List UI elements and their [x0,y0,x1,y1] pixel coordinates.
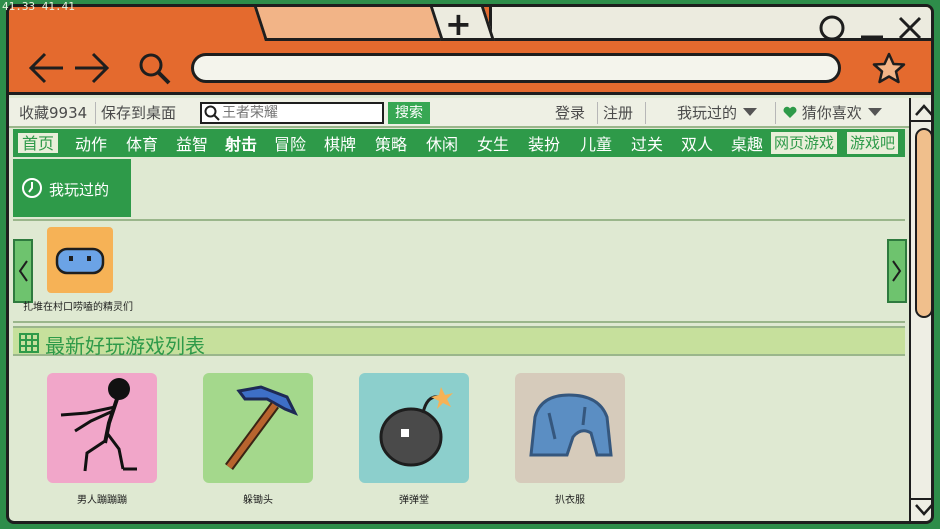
minimize-icon[interactable] [857,13,887,43]
slime-icon [55,247,105,275]
recent-game-tile[interactable] [47,227,113,293]
nav-category[interactable]: 冒险 [274,131,306,155]
site-toolbar: 收藏9934 保存到桌面 搜索 登录 注册 我玩过的 猜你喜欢 [9,98,909,128]
game-tile[interactable] [515,373,625,483]
scroll-down-icon[interactable] [911,498,934,520]
nav-game-bar[interactable]: 游戏吧 [847,132,899,154]
recent-game-label[interactable]: 扎堆在村口唠嗑的精灵们 [23,298,133,313]
nav-category[interactable]: 动作 [75,131,107,155]
game-label[interactable]: 男人蹦蹦蹦 [47,491,157,506]
grid-icon [19,333,39,353]
nav-category[interactable]: 桌趣 [731,131,763,155]
game-label[interactable]: 弹弹堂 [359,491,469,506]
guess-dropdown[interactable]: 猜你喜欢 [783,102,882,123]
maximize-icon[interactable] [817,13,847,43]
chevron-left-icon [18,260,28,282]
nav-category[interactable]: 儿童 [580,131,612,155]
search-field-icon [204,105,220,121]
back-icon[interactable] [27,49,67,87]
game-tile[interactable] [47,373,157,483]
nav-category[interactable]: 策略 [375,131,407,155]
latest-section-header: 最新好玩游戏列表 [13,326,905,358]
played-dropdown[interactable]: 我玩过的 [677,102,758,123]
scroll-up-icon[interactable] [911,100,934,122]
cloth-icon [529,393,613,457]
save-desktop-link[interactable]: 保存到桌面 [101,102,176,123]
pickaxe-icon [224,385,299,470]
section-title: 最新好玩游戏列表 [45,334,205,358]
browser-window: + 收藏9934 保存到桌面 王者荣耀 搜索 登录 注册 我玩过的 猜你喜欢 首… [6,4,934,524]
nav-category[interactable]: 射击 [225,131,257,155]
chevron-down-icon [867,108,882,116]
game-tile[interactable] [359,373,469,483]
search-icon[interactable] [137,51,173,87]
favorites-link[interactable]: 收藏9934 [19,102,87,123]
nav-category[interactable]: 装扮 [528,131,560,155]
nav-home[interactable]: 首页 [17,132,60,154]
game-label[interactable]: 扒衣服 [515,491,625,506]
plus-icon[interactable]: + [445,8,472,40]
login-link[interactable]: 登录 [555,102,585,123]
scroll-thumb[interactable] [915,128,931,318]
nav-web-games[interactable]: 网页游戏 [771,132,838,154]
nav-category[interactable]: 双人 [681,131,713,155]
clock-icon [22,178,42,198]
heart-icon [783,106,797,118]
close-icon[interactable] [895,13,925,43]
tab-current[interactable] [252,7,452,41]
nav-category[interactable]: 体育 [126,131,158,155]
search-input[interactable] [222,104,382,122]
register-link[interactable]: 注册 [603,102,633,123]
nav-category[interactable]: 休闲 [426,131,458,155]
played-tab[interactable]: 我玩过的 [13,159,131,217]
forward-icon[interactable] [71,49,111,87]
address-bar[interactable] [191,53,841,83]
stick-figure-icon [60,378,137,472]
star-icon[interactable] [871,51,907,87]
nav-category[interactable]: 女生 [477,131,509,155]
nav-category[interactable]: 益智 [176,131,208,155]
nav-category[interactable]: 棋牌 [324,131,356,155]
recent-next-button[interactable] [887,239,907,303]
category-nav: 首页 动作 体育 益智 射击 冒险 棋牌 策略 休闲 女生 装扮 儿童 过关 双… [13,129,905,157]
fps-overlay: 41.33 41.41 [2,0,75,13]
search-box [200,102,384,124]
vertical-scrollbar[interactable] [909,98,934,521]
game-label[interactable]: 躲锄头 [203,491,313,506]
title-bar: + [9,7,931,95]
recent-prev-button[interactable] [13,239,33,303]
search-button[interactable]: 搜索 [388,102,430,124]
bomb-icon [379,387,453,467]
nav-category[interactable]: 过关 [631,131,663,155]
game-tile[interactable] [203,373,313,483]
chevron-down-icon [743,108,758,116]
chevron-right-icon [892,260,902,282]
